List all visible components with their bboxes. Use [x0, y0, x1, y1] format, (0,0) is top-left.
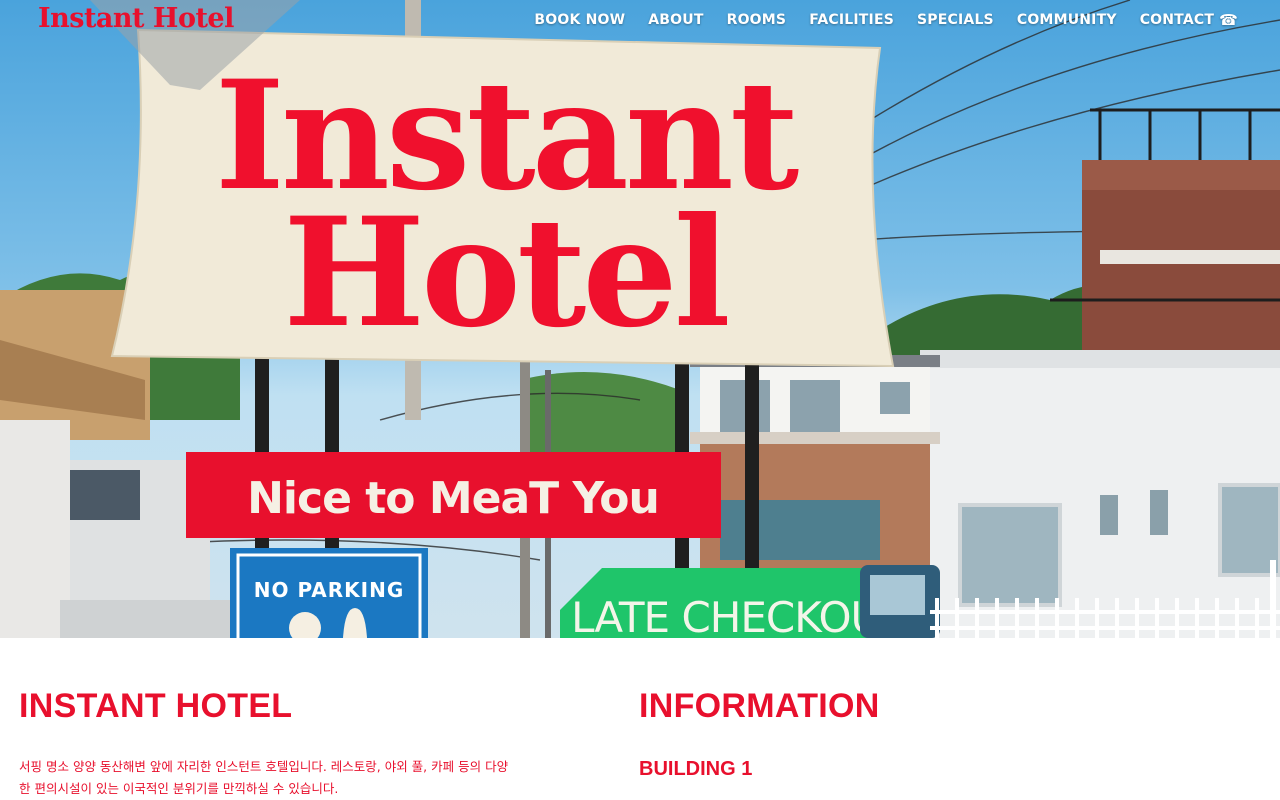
nav-contact-label: CONTACT: [1139, 12, 1215, 28]
nav-contact[interactable]: CONTACT ☎: [1140, 11, 1238, 29]
information-title: INFORMATION: [639, 687, 880, 725]
parking-sign-text: NO PARKING: [254, 578, 405, 602]
information-section: INFORMATION BUILDING 1: [639, 686, 1239, 781]
nav-specials[interactable]: SPECIALS: [917, 12, 994, 28]
phone-icon: ☎: [1219, 11, 1238, 29]
nav-facilities[interactable]: FACILITIES: [809, 12, 894, 28]
nav-rooms[interactable]: ROOMS: [727, 12, 787, 28]
nav-about[interactable]: ABOUT: [648, 12, 703, 28]
building-1-heading: BUILDING 1: [639, 758, 753, 780]
sign-hotel-text: Hotel: [283, 185, 727, 361]
banner-text: Nice to MeaT You: [247, 473, 659, 524]
main-nav: BOOK NOW ABOUT ROOMS FACILITIES SPECIALS…: [511, 11, 1238, 29]
hero-scene: Instant Hotel Nice to MeaT You NO PARKIN…: [0, 0, 1280, 638]
main-content: INSTANT HOTEL 서핑 명소 양양 동산해변 앞에 자리한 인스턴트 …: [0, 638, 1280, 800]
hotel-intro-text: 서핑 명소 양양 동산해변 앞에 자리한 인스턴트 호텔입니다. 레스토랑, 야…: [19, 759, 509, 796]
nav-book-now[interactable]: BOOK NOW: [534, 12, 625, 28]
hero-image: Instant Hotel Nice to MeaT You NO PARKIN…: [0, 0, 1280, 638]
checkout-sign-text: LATE CHECKOUT: [571, 593, 906, 638]
top-navigation-bar: Instant Hotel BOOK NOW ABOUT ROOMS FACIL…: [0, 0, 1280, 44]
intro-section: INSTANT HOTEL 서핑 명소 양양 동산해변 앞에 자리한 인스턴트 …: [19, 686, 519, 800]
nav-community[interactable]: COMMUNITY: [1017, 12, 1117, 28]
site-logo[interactable]: Instant Hotel: [38, 3, 234, 34]
hotel-title: INSTANT HOTEL: [19, 687, 293, 725]
